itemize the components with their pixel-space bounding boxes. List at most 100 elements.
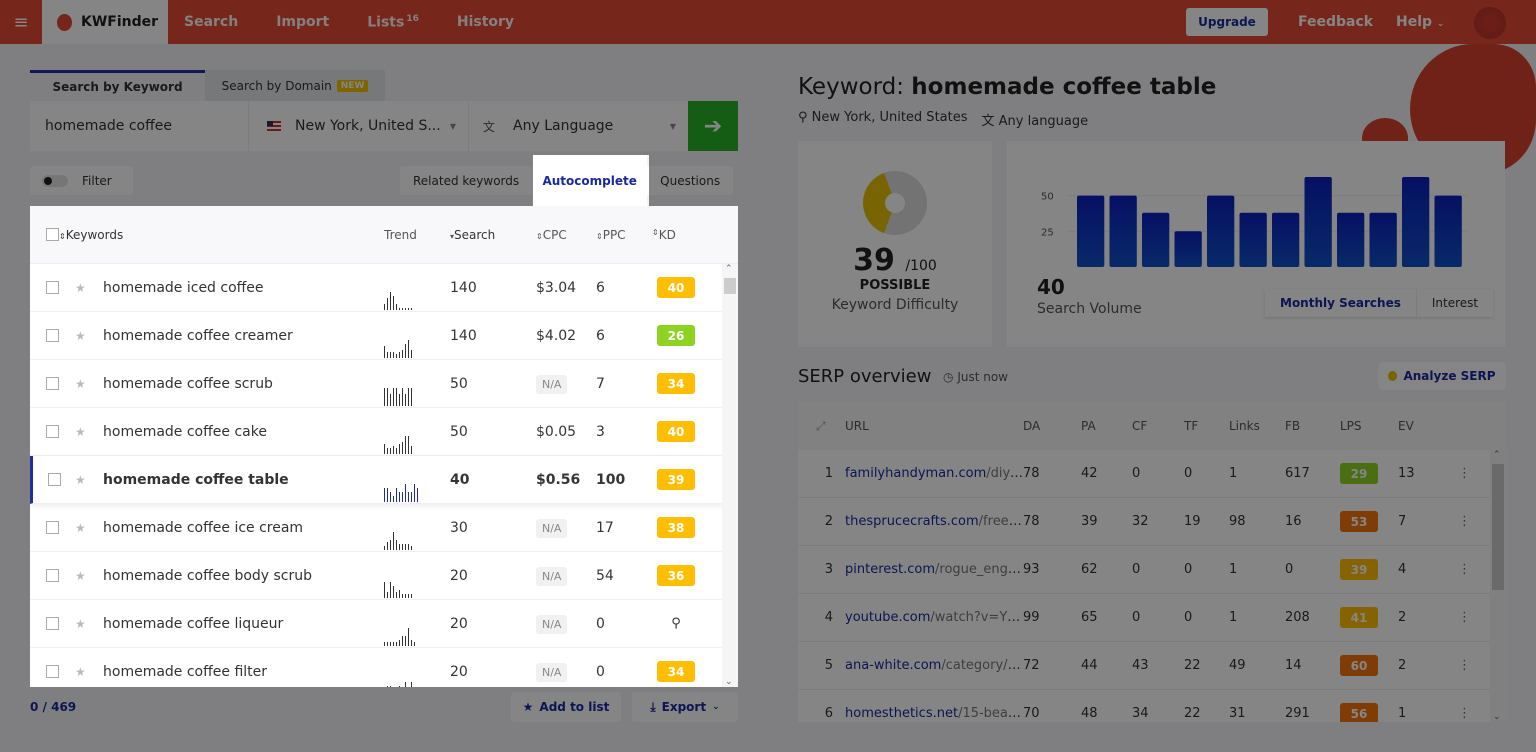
language-select[interactable]: ⽂ Any Language ▼: [468, 101, 688, 151]
table-scrollbar[interactable]: ⌃ ⌄: [722, 264, 738, 687]
star-icon[interactable]: ★: [75, 329, 103, 343]
tab-questions[interactable]: Questions: [647, 166, 733, 195]
keyword-cell[interactable]: homemade coffee cake: [103, 424, 384, 440]
scrollbar-thumb[interactable]: [1492, 464, 1504, 590]
star-icon[interactable]: ★: [75, 425, 103, 439]
table-row[interactable]: ★ homemade coffee table 40 $0.56 100 39: [30, 456, 738, 504]
star-icon[interactable]: ★: [75, 569, 103, 583]
volume-bar[interactable]: [1304, 177, 1332, 267]
keyword-cell[interactable]: homemade coffee ice cream: [103, 520, 384, 536]
keyword-cell[interactable]: homemade iced coffee: [103, 280, 384, 296]
analyze-serp-button[interactable]: Analyze SERP: [1378, 362, 1506, 390]
row-checkbox[interactable]: [46, 281, 59, 294]
scroll-down-icon[interactable]: ⌄: [1493, 712, 1501, 722]
col-cpc[interactable]: ⇕CPC: [536, 228, 596, 242]
tab-search-by-keyword[interactable]: Search by Keyword: [30, 70, 205, 101]
nav-search[interactable]: Search: [184, 14, 238, 30]
row-checkbox[interactable]: [46, 425, 59, 438]
help-menu[interactable]: Help ⌄: [1396, 14, 1444, 30]
more-options-icon[interactable]: ⋮: [1458, 514, 1478, 529]
url-link[interactable]: pinterest.com/rogue_engi...: [845, 562, 1023, 577]
volume-bar[interactable]: [1369, 212, 1397, 267]
volume-bar[interactable]: [1272, 212, 1300, 267]
scroll-up-icon[interactable]: ⌃: [1493, 450, 1501, 460]
tab-interest[interactable]: Interest: [1417, 289, 1493, 317]
scroll-down-icon[interactable]: ⌄: [725, 677, 733, 687]
star-icon[interactable]: ★: [75, 281, 103, 295]
col-da[interactable]: DA: [1023, 419, 1081, 433]
table-row[interactable]: ★ homemade coffee cake 50 $0.05 3 40: [30, 408, 738, 456]
more-options-icon[interactable]: ⋮: [1458, 562, 1478, 577]
keyword-cell[interactable]: homemade coffee scrub: [103, 376, 384, 392]
col-ppc[interactable]: ⇕PPC: [596, 228, 656, 242]
more-options-icon[interactable]: ⋮: [1458, 610, 1478, 625]
serp-scrollbar[interactable]: ⌃ ⌄: [1490, 450, 1506, 722]
table-row[interactable]: ★ homemade iced coffee 140 $3.04 6 40: [30, 264, 738, 312]
more-options-icon[interactable]: ⋮: [1458, 658, 1478, 673]
star-icon[interactable]: ★: [75, 377, 103, 391]
tab-search-by-domain[interactable]: Search by Domain NEW: [205, 70, 385, 101]
nav-import[interactable]: Import: [276, 14, 329, 30]
volume-bar[interactable]: [1207, 195, 1235, 267]
table-row[interactable]: ★ homemade coffee ice cream 30 N/A 17 38: [30, 504, 738, 552]
col-pa[interactable]: PA: [1081, 419, 1132, 433]
col-links[interactable]: Links: [1229, 419, 1285, 433]
col-fb[interactable]: FB: [1285, 419, 1340, 433]
volume-bar[interactable]: [1142, 212, 1170, 267]
tab-monthly-searches[interactable]: Monthly Searches: [1265, 289, 1417, 317]
export-button[interactable]: ⤓ Export ⌄: [632, 692, 738, 722]
volume-bar[interactable]: [1337, 212, 1365, 267]
row-checkbox[interactable]: [46, 617, 59, 630]
col-search[interactable]: ▾Search: [450, 228, 536, 242]
table-row[interactable]: ★ homemade coffee body scrub 20 N/A 54 36: [30, 552, 738, 600]
row-checkbox[interactable]: [46, 329, 59, 342]
url-link[interactable]: familyhandyman.com/diy-...: [845, 466, 1023, 481]
keyword-cell[interactable]: homemade coffee body scrub: [103, 568, 384, 584]
row-checkbox[interactable]: [46, 569, 59, 582]
scrollbar-thumb[interactable]: [724, 278, 736, 294]
volume-bar[interactable]: [1239, 212, 1267, 267]
keyword-cell[interactable]: homemade coffee filter: [103, 664, 384, 680]
keyword-cell[interactable]: homemade coffee creamer: [103, 328, 384, 344]
col-cf[interactable]: CF: [1132, 419, 1184, 433]
keyword-input[interactable]: [30, 101, 248, 151]
hamburger-icon[interactable]: ≡: [0, 0, 42, 44]
star-icon[interactable]: ★: [75, 617, 103, 631]
nav-lists[interactable]: Lists 16: [367, 14, 419, 31]
more-options-icon[interactable]: ⋮: [1458, 706, 1478, 721]
url-link[interactable]: homesthetics.net/15-beaut...: [845, 706, 1023, 721]
scroll-up-icon[interactable]: ⌃: [725, 264, 733, 274]
col-keywords[interactable]: ⇕Keywords: [59, 228, 384, 242]
col-lps[interactable]: LPS: [1340, 419, 1398, 433]
url-link[interactable]: ana-white.com/category/p...: [845, 658, 1023, 673]
brand-logo[interactable]: KWFinder: [42, 0, 168, 44]
table-row[interactable]: ★ homemade coffee creamer 140 $4.02 6 26: [30, 312, 738, 360]
filter-toggle[interactable]: Filter: [30, 166, 133, 195]
select-all-checkbox[interactable]: [46, 228, 59, 241]
tab-autocomplete[interactable]: Autocomplete: [532, 155, 648, 206]
more-options-icon[interactable]: ⋮: [1458, 466, 1478, 481]
star-icon[interactable]: ★: [75, 473, 103, 487]
toggle-switch[interactable]: [42, 174, 68, 187]
keyword-cell[interactable]: homemade coffee table: [103, 472, 384, 488]
search-submit-button[interactable]: ➔: [688, 101, 738, 151]
star-icon[interactable]: ★: [75, 521, 103, 535]
volume-bar[interactable]: [1434, 195, 1462, 267]
volume-bar[interactable]: [1402, 177, 1430, 267]
volume-bar[interactable]: [1174, 231, 1202, 267]
add-to-list-button[interactable]: ★ Add to list: [511, 692, 621, 722]
expand-icon[interactable]: ⤢: [798, 419, 845, 434]
row-checkbox[interactable]: [46, 377, 59, 390]
col-kd[interactable]: ⇕ KD: [652, 228, 692, 242]
col-ev[interactable]: EV: [1398, 419, 1458, 433]
table-row[interactable]: ★ homemade coffee filter 20 N/A 0 34: [30, 648, 738, 687]
row-checkbox[interactable]: [46, 521, 59, 534]
keyword-cell[interactable]: homemade coffee liqueur: [103, 616, 384, 632]
url-link[interactable]: thesprucecrafts.com/free-...: [845, 514, 1023, 529]
search-icon[interactable]: ⚲: [671, 616, 681, 631]
upgrade-button[interactable]: Upgrade: [1186, 8, 1268, 36]
col-tf[interactable]: TF: [1184, 419, 1229, 433]
row-checkbox[interactable]: [47, 473, 61, 486]
volume-bar[interactable]: [1109, 195, 1137, 267]
table-row[interactable]: ★ homemade coffee scrub 50 N/A 7 34: [30, 360, 738, 408]
